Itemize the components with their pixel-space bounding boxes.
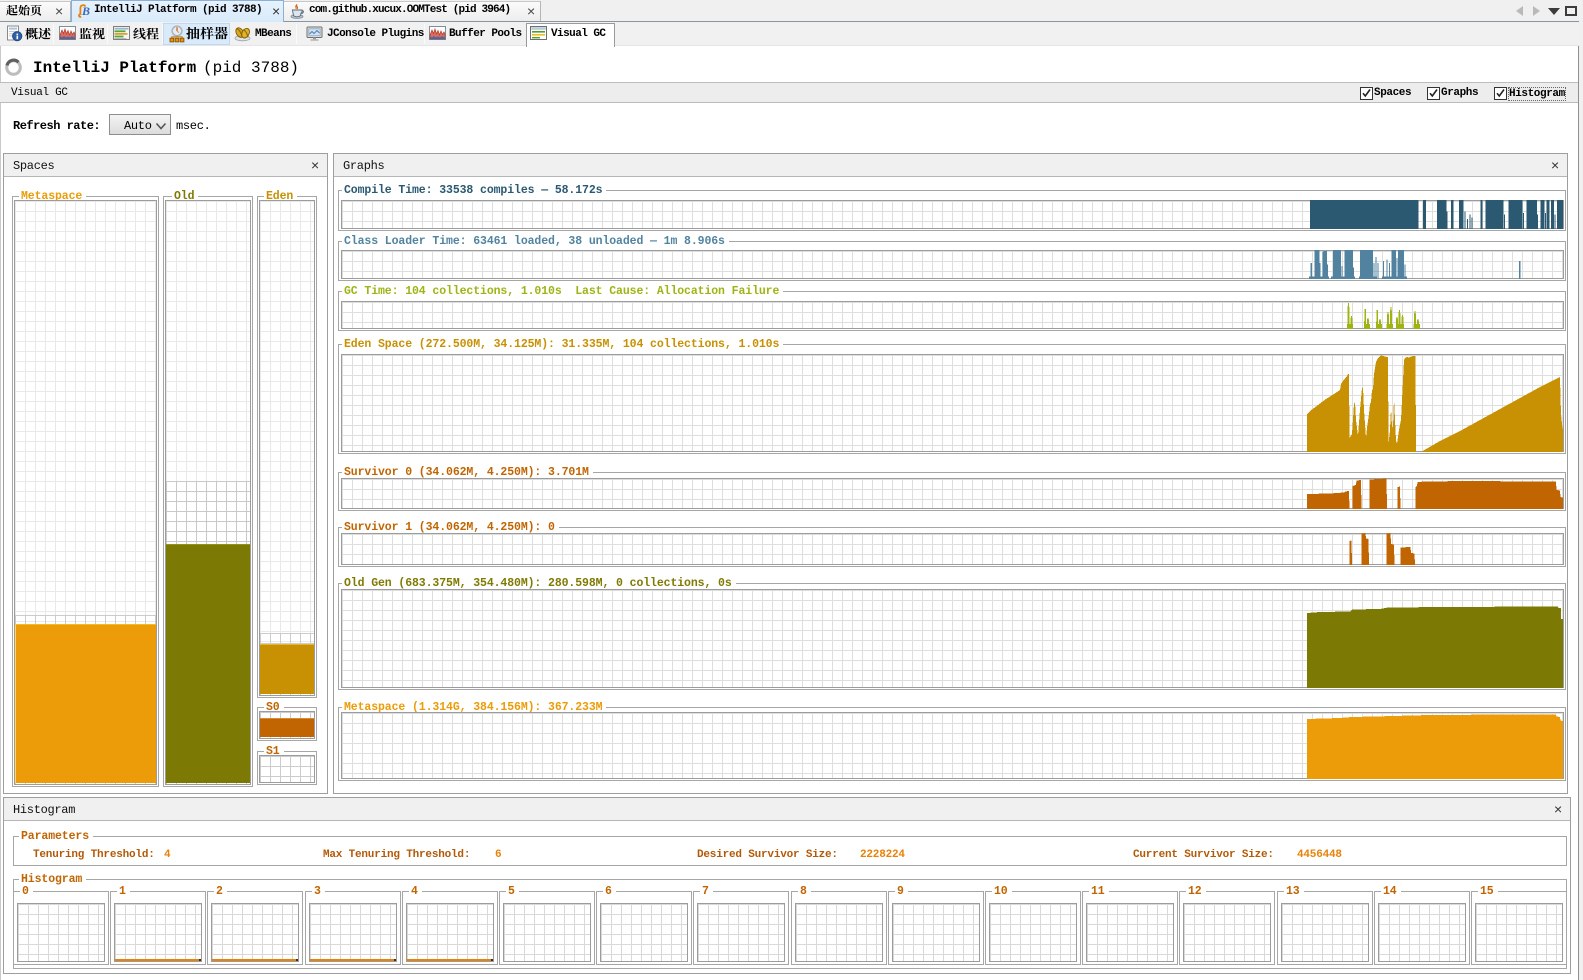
svg-text:B: B [81,4,90,18]
